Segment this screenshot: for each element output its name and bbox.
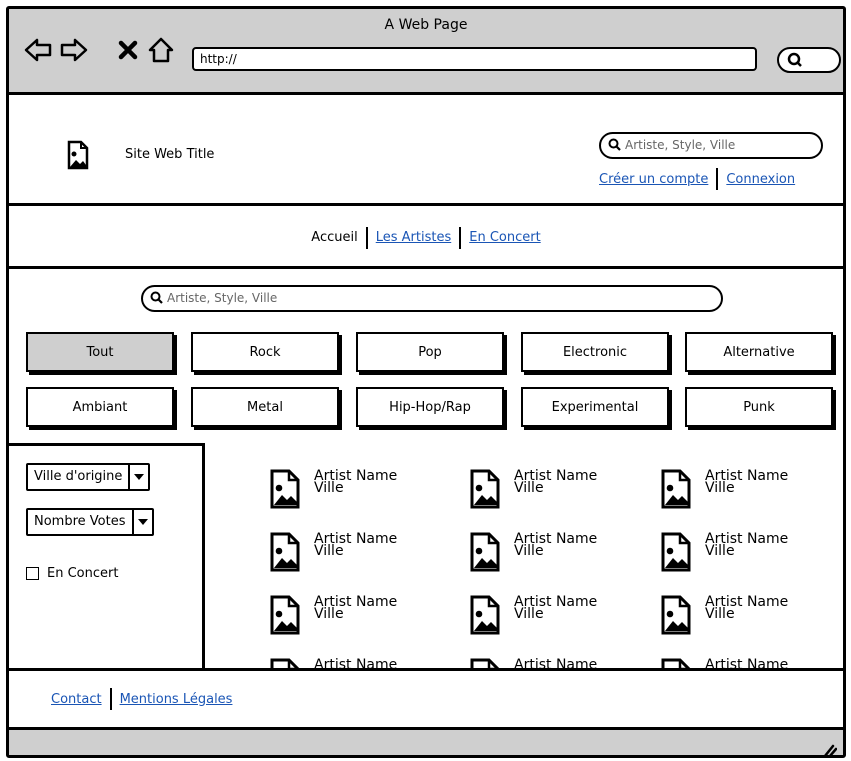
artist-card[interactable]: Artist NameVille <box>470 532 620 578</box>
forward-arrow-icon[interactable] <box>59 35 89 65</box>
browser-window: A Web Page http:// Site Web Title Artist… <box>6 6 846 758</box>
window-title: A Web Page <box>384 17 468 33</box>
chevron-down-icon <box>131 510 152 534</box>
artist-image-icon <box>270 595 300 635</box>
header-search-placeholder: Artiste, Style, Ville <box>625 138 736 152</box>
artist-name[interactable]: Artist Name <box>314 658 397 668</box>
artist-image-icon <box>470 658 500 668</box>
browser-search-field[interactable] <box>777 47 841 73</box>
artist-city: Ville <box>514 480 544 496</box>
search-icon <box>787 52 802 67</box>
site-header: Site Web Title Artiste, Style, Ville Cré… <box>9 98 843 206</box>
artist-image-icon <box>470 595 500 635</box>
checkbox-box[interactable] <box>26 567 39 580</box>
category-button-metal[interactable]: Metal <box>191 387 339 427</box>
nav-separator <box>365 226 368 249</box>
category-button-pop[interactable]: Pop <box>356 332 504 372</box>
votes-sort-select[interactable]: Nombre Votes <box>26 508 154 536</box>
artist-card[interactable]: Artist NameVille <box>661 532 811 578</box>
address-text: http:// <box>200 52 237 66</box>
home-icon[interactable] <box>146 35 176 65</box>
origin-city-select-value: Ville d'origine <box>34 469 123 484</box>
artist-card[interactable]: Artist NameVille <box>470 658 620 668</box>
artist-image-icon <box>270 532 300 572</box>
artist-city: Ville <box>705 543 735 559</box>
artist-card[interactable]: Artist NameVille <box>270 469 420 515</box>
main-nav: Accueil Les Artistes En Concert <box>9 209 843 269</box>
artist-card[interactable]: Artist NameVille <box>661 658 811 668</box>
artist-card[interactable]: Artist NameVille <box>270 658 420 668</box>
artist-image-icon <box>661 658 691 668</box>
footer-separator <box>109 688 112 710</box>
in-concert-label: En Concert <box>47 566 119 581</box>
artist-city: Ville <box>514 543 544 559</box>
search-icon <box>608 138 621 151</box>
artist-grid: Artist Name Ville Artist Name Ville Artist N… <box>208 443 843 668</box>
nav-home[interactable]: Accueil <box>311 230 357 245</box>
artist-image-icon <box>470 469 500 509</box>
site-footer: Contact Mentions Légales <box>9 668 843 730</box>
artist-city: Ville <box>514 606 544 622</box>
artist-card[interactable]: Artist NameVille <box>270 532 420 578</box>
artist-city: Ville <box>314 606 344 622</box>
artist-image-icon <box>270 658 300 668</box>
votes-sort-select-value: Nombre Votes <box>34 514 126 529</box>
artist-image-icon <box>661 469 691 509</box>
chevron-down-icon <box>128 465 148 489</box>
category-button-punk[interactable]: Punk <box>685 387 833 427</box>
category-button-alternative[interactable]: Alternative <box>685 332 833 372</box>
origin-city-select[interactable]: Ville d'origine <box>26 463 151 491</box>
category-button-electronic[interactable]: Electronic <box>521 332 669 372</box>
search-icon <box>150 291 163 304</box>
in-concert-checkbox[interactable]: En Concert <box>26 566 118 581</box>
artist-card[interactable]: Artist NameVille <box>470 595 620 641</box>
login-link[interactable]: Connexion <box>726 172 795 187</box>
nav-artists[interactable]: Les Artistes <box>376 230 452 245</box>
contact-link[interactable]: Contact <box>51 692 102 707</box>
site-logo-image-icon <box>67 140 89 170</box>
artist-city: Ville <box>705 606 735 622</box>
artist-card[interactable]: Artist NameVille <box>270 595 420 641</box>
account-links: Créer un compte Connexion <box>599 168 795 190</box>
link-separator <box>716 168 719 190</box>
artist-card[interactable]: Artist NameVille <box>470 469 620 515</box>
category-button-experimental[interactable]: Experimental <box>521 387 669 427</box>
artist-city: Ville <box>314 480 344 496</box>
browser-chrome: A Web Page http:// <box>9 9 843 95</box>
artist-image-icon <box>470 532 500 572</box>
main-search-placeholder: Artiste, Style, Ville <box>167 291 278 305</box>
site-title: Site Web Title <box>125 147 215 162</box>
back-arrow-icon[interactable] <box>23 35 53 65</box>
category-button-hiphop[interactable]: Hip-Hop/Rap <box>356 387 504 427</box>
artist-city: Ville <box>705 480 735 496</box>
stop-x-icon[interactable] <box>114 35 144 65</box>
resize-grip-icon[interactable] <box>821 741 837 757</box>
artist-card[interactable]: Artist NameVille <box>661 595 811 641</box>
nav-concerts[interactable]: En Concert <box>469 230 540 245</box>
create-account-link[interactable]: Créer un compte <box>599 172 708 187</box>
category-button-rock[interactable]: Rock <box>191 332 339 372</box>
header-search-input[interactable]: Artiste, Style, Ville <box>599 132 823 159</box>
main-search-input[interactable]: Artiste, Style, Ville <box>141 285 723 312</box>
artist-image-icon <box>661 595 691 635</box>
artist-image-icon <box>270 469 300 509</box>
artist-city: Ville <box>314 543 344 559</box>
artist-card[interactable]: Artist NameVille <box>661 469 811 515</box>
artist-image-icon <box>661 532 691 572</box>
category-button-tout[interactable]: Tout <box>26 332 174 372</box>
category-button-ambiant[interactable]: Ambiant <box>26 387 174 427</box>
artist-name[interactable]: Artist Name <box>705 658 788 668</box>
legal-notice-link[interactable]: Mentions Légales <box>120 692 233 707</box>
address-bar[interactable]: http:// <box>192 47 757 71</box>
artist-name[interactable]: Artist Name <box>514 658 597 668</box>
filter-sidebar: Ville d'origine Nombre Votes En Concert <box>9 443 205 668</box>
browser-status-bar <box>9 730 843 757</box>
nav-separator <box>459 226 462 249</box>
